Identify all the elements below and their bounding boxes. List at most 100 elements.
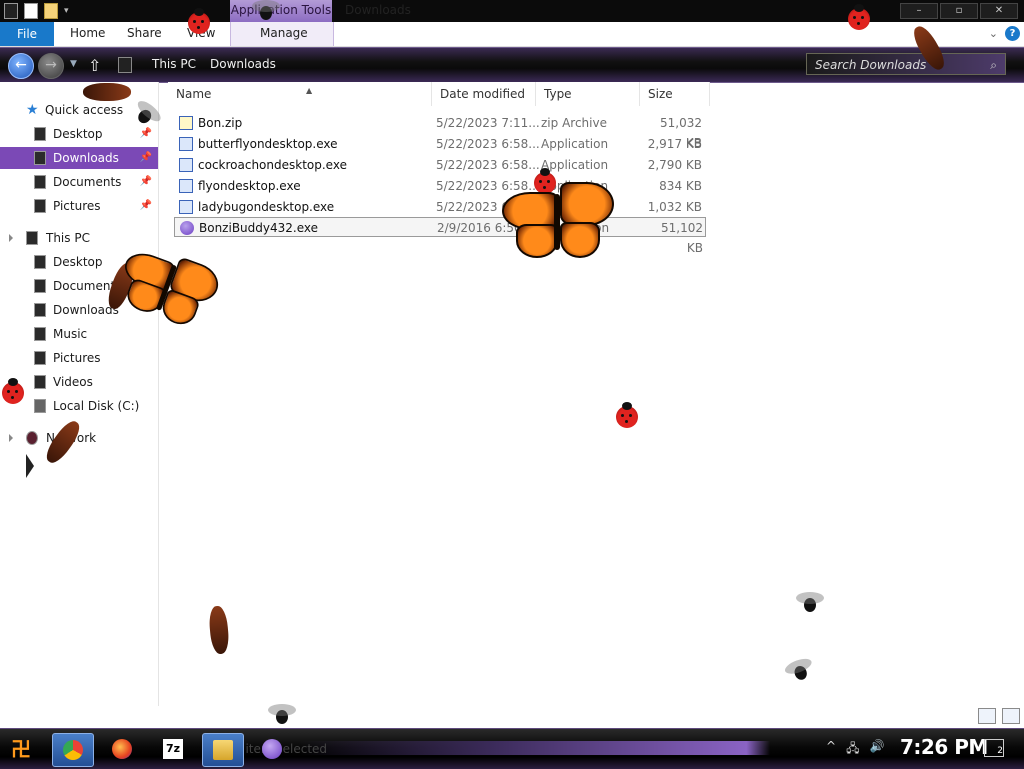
quick-access-toolbar: ▾ bbox=[4, 3, 76, 19]
help-icon[interactable]: ? bbox=[1005, 26, 1020, 41]
view-switcher bbox=[978, 708, 1020, 724]
clock[interactable]: 7:26 PM bbox=[900, 735, 988, 759]
sidebar-item-this-pc-pictures[interactable]: Pictures bbox=[0, 347, 158, 369]
file-type: zip Archive bbox=[541, 116, 607, 130]
pin-icon: 📌 bbox=[139, 152, 152, 163]
taskbar-chrome[interactable] bbox=[52, 733, 94, 767]
file-row[interactable]: butterflyondesktop.exe 5/22/2023 6:58...… bbox=[174, 134, 706, 154]
arrow-left-icon: ← bbox=[15, 57, 27, 73]
file-size: 2,917 KB bbox=[647, 137, 702, 151]
installer-icon bbox=[179, 200, 193, 214]
maximize-button[interactable]: ▫ bbox=[940, 3, 978, 19]
navigation-bar: ← → ▼ ⇧ This PC Downloads Search Downloa… bbox=[0, 47, 1024, 83]
notifications-icon[interactable]: 2 bbox=[984, 739, 1004, 757]
properties-icon[interactable] bbox=[24, 3, 38, 19]
recent-locations-button[interactable]: ▼ bbox=[70, 59, 77, 69]
fly-icon bbox=[268, 704, 296, 726]
close-button[interactable]: ✕ bbox=[980, 3, 1018, 19]
documents-folder-icon bbox=[34, 175, 46, 189]
7zip-icon: 7z bbox=[163, 739, 183, 759]
ladybug-icon bbox=[616, 402, 638, 428]
tab-share[interactable]: Share bbox=[127, 26, 162, 40]
file-row[interactable]: flyondesktop.exe 5/22/2023 6:58... Appli… bbox=[174, 176, 706, 196]
column-header-type[interactable]: Type bbox=[536, 82, 640, 106]
ribbon-tabs: File Home Share View Manage ⌄ ? bbox=[0, 22, 1024, 47]
tab-file[interactable]: File bbox=[0, 22, 54, 46]
taskbar-decoration bbox=[300, 741, 770, 755]
sidebar-item-label: Local Disk (C:) bbox=[53, 399, 140, 413]
expand-icon[interactable] bbox=[9, 434, 13, 442]
bonzibuddy-icon bbox=[262, 739, 282, 759]
search-input[interactable]: Search Downloads ⌕ bbox=[806, 53, 1006, 75]
pin-icon: 📌 bbox=[139, 200, 152, 211]
new-folder-icon[interactable] bbox=[44, 3, 58, 19]
taskbar: 1 item selected 卍 7z ^ 🖧 🔊 7:26 PM 2 bbox=[0, 728, 1024, 769]
start-icon[interactable]: 卍 bbox=[6, 735, 36, 763]
pin-icon: 📌 bbox=[139, 176, 152, 187]
breadcrumb-downloads[interactable]: Downloads bbox=[210, 57, 276, 71]
sidebar-item-music[interactable]: Music bbox=[0, 323, 158, 345]
file-size: 1,032 KB bbox=[647, 200, 702, 214]
documents-folder-icon bbox=[34, 279, 46, 293]
column-header-size[interactable]: Size bbox=[640, 82, 710, 106]
chevron-down-icon[interactable]: ⌄ bbox=[989, 27, 998, 40]
file-type: Application bbox=[541, 137, 609, 151]
pictures-folder-icon bbox=[34, 351, 46, 365]
chevron-up-icon[interactable]: ^ bbox=[826, 739, 836, 760]
fly-icon bbox=[252, 0, 280, 22]
network-icon[interactable]: 🖧 bbox=[846, 739, 859, 760]
window-title: Downloads bbox=[345, 3, 411, 17]
sidebar-item-label: Pictures bbox=[53, 351, 101, 365]
arrow-right-icon: → bbox=[45, 57, 57, 73]
ladybug-icon bbox=[848, 4, 870, 30]
zip-icon bbox=[179, 116, 193, 130]
sidebar-item-label: Videos bbox=[53, 375, 93, 389]
expand-icon[interactable] bbox=[9, 234, 13, 242]
minimize-button[interactable]: – bbox=[900, 3, 938, 19]
search-icon: ⌕ bbox=[990, 58, 997, 72]
butterfly-icon bbox=[502, 180, 614, 260]
tab-home[interactable]: Home bbox=[70, 26, 105, 40]
search-placeholder: Search Downloads bbox=[815, 58, 927, 72]
sidebar-item-label: Downloads bbox=[53, 151, 119, 165]
context-tab-label: Application Tools bbox=[230, 0, 332, 22]
chevron-down-icon[interactable]: ▾ bbox=[64, 4, 76, 18]
installer-icon bbox=[179, 179, 193, 193]
file-list: ▲ Name Date modified Type Size Bon.zip 5… bbox=[160, 82, 1024, 706]
file-row[interactable]: ladybugondesktop.exe 5/22/2023 6... Appl… bbox=[174, 197, 706, 217]
column-header-name[interactable]: ▲ Name bbox=[168, 82, 432, 106]
column-header-date-modified[interactable]: Date modified bbox=[432, 82, 536, 106]
sidebar-item-local-disk[interactable]: Local Disk (C:) bbox=[0, 395, 158, 417]
file-date: 5/22/2023 6:58... bbox=[436, 158, 540, 172]
sidebar-item-label: Desktop bbox=[53, 127, 103, 141]
taskbar-file-explorer[interactable] bbox=[202, 733, 244, 767]
taskbar-firefox[interactable] bbox=[102, 733, 142, 765]
taskbar-7zip[interactable]: 7z bbox=[153, 733, 193, 765]
file-row[interactable]: Bon.zip 5/22/2023 7:11... zip Archive 51… bbox=[174, 113, 706, 150]
volume-icon[interactable]: 🔊 bbox=[869, 739, 884, 760]
back-button[interactable]: ← bbox=[8, 53, 34, 79]
file-size: 2,790 KB bbox=[647, 158, 702, 172]
tab-manage[interactable]: Manage bbox=[260, 26, 308, 40]
sidebar-item-desktop[interactable]: Desktop 📌 bbox=[0, 123, 158, 145]
sidebar-item-label: Music bbox=[53, 327, 88, 341]
sidebar-item-downloads[interactable]: Downloads 📌 bbox=[0, 147, 158, 169]
column-header-label: Date modified bbox=[440, 87, 526, 101]
column-header-label: Name bbox=[176, 87, 212, 101]
forward-button[interactable]: → bbox=[38, 53, 64, 79]
arrow-up-icon: ⇧ bbox=[88, 56, 102, 75]
file-name: ladybugondesktop.exe bbox=[198, 200, 335, 214]
up-button[interactable]: ⇧ bbox=[88, 56, 101, 75]
explorer-icon[interactable] bbox=[4, 3, 18, 19]
large-icons-view-icon[interactable] bbox=[1002, 708, 1020, 724]
cockroach-icon bbox=[83, 83, 131, 101]
details-view-icon[interactable] bbox=[978, 708, 996, 724]
mouse-cursor-icon bbox=[26, 454, 42, 478]
sidebar-item-documents[interactable]: Documents 📌 bbox=[0, 171, 158, 193]
file-row[interactable]: cockroachondesktop.exe 5/22/2023 6:58...… bbox=[174, 155, 706, 175]
taskbar-bonzibuddy[interactable] bbox=[252, 733, 292, 765]
file-row-selected[interactable]: BonziBuddy432.exe 2/9/2016 6:50 AM Appli… bbox=[174, 217, 706, 255]
sidebar-item-pictures[interactable]: Pictures 📌 bbox=[0, 195, 158, 217]
computer-icon bbox=[26, 231, 38, 245]
breadcrumb-this-pc[interactable]: This PC bbox=[152, 57, 196, 71]
